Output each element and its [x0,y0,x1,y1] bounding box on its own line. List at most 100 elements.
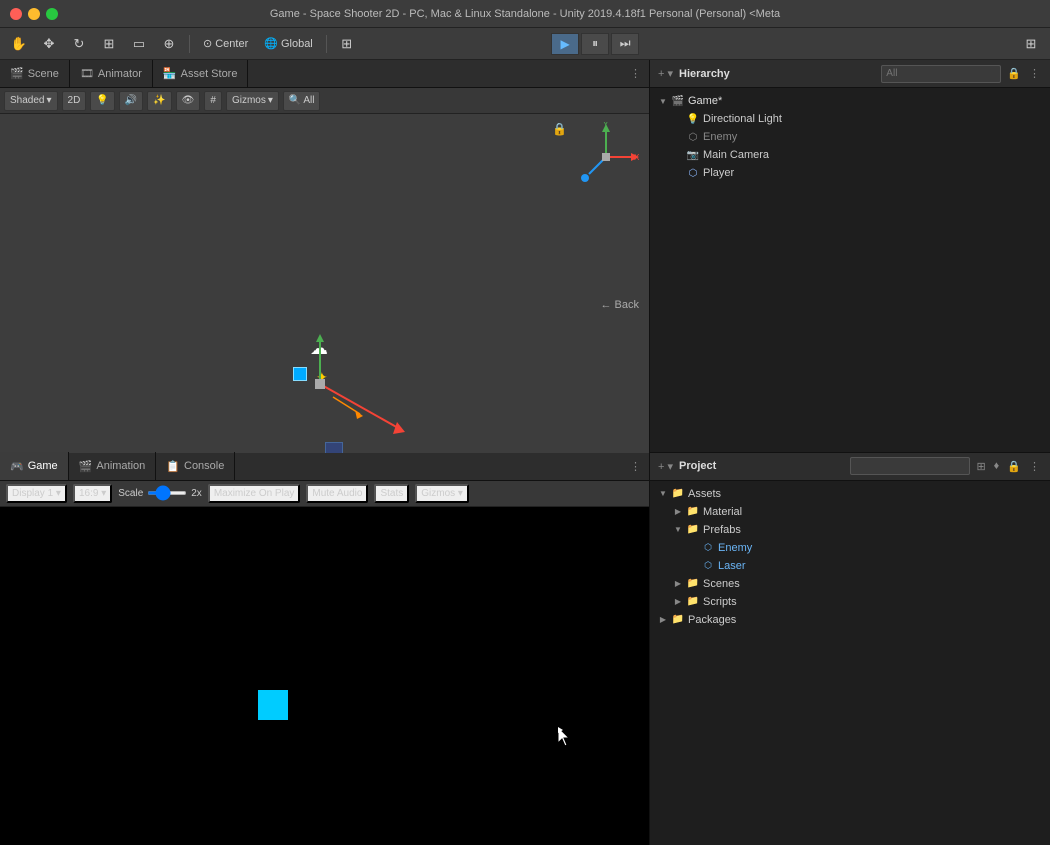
step-button[interactable]: ⏭ [611,33,639,55]
layers-button[interactable]: ⊞ [1018,33,1044,55]
game-tab-label: Game [28,460,58,472]
project-search-input[interactable] [850,457,970,475]
tree-item-packages[interactable]: ▶ 📁 Packages [650,611,1050,629]
assets-folder-icon: 📁 [671,487,685,501]
scale-control: Scale 2x [118,488,202,499]
minimize-button[interactable] [28,8,40,20]
pivot-label: Center [215,38,248,50]
scenes-expand-arrow: ▶ [673,579,683,588]
shading-dropdown[interactable]: Shaded ▾ [4,91,58,111]
game-scene-icon: 🎬 [671,94,685,108]
project-lock-icon[interactable]: 🔒 [1005,458,1023,475]
audio-btn[interactable]: 🔊 [119,91,143,111]
main-container: ✋ ✥ ↻ ⊞ ▭ ⊕ ⊙ Center 🌐 Global ⊞ ▶ ⏸ ⏭ ⊞ [0,28,1050,845]
tree-item-main-camera[interactable]: 📷 Main Camera [650,146,1050,164]
search-icon: 🔍 [289,95,301,106]
packages-label: Packages [688,614,736,626]
tree-item-game[interactable]: ▼ 🎬 Game* [650,92,1050,110]
2d-toggle[interactable]: 2D [62,91,87,111]
asset-store-tab-label: Asset Store [181,68,238,80]
animator-tab-icon: 🎞 [80,67,94,80]
tree-item-prefabs[interactable]: ▼ 📁 Prefabs [650,521,1050,539]
main-camera-icon: 📷 [686,148,700,162]
hierarchy-lock-icon[interactable]: 🔒 [1005,65,1023,82]
game-tabs-more[interactable]: ⋮ [622,460,649,473]
scale-tool[interactable]: ⊞ [96,33,122,55]
play-button[interactable]: ▶ [551,33,579,55]
game-toolbar: Display 1 ▾ 16:9 ▾ Scale 2x Maximize On … [0,481,649,507]
pivot-button[interactable]: ⊙ Center [197,33,254,55]
tree-item-assets[interactable]: ▼ 📁 Assets [650,485,1050,503]
game-expand-arrow: ▼ [658,97,668,106]
fx-btn[interactable]: ✨ [147,91,171,111]
directional-light-icon: 💡 [686,112,700,126]
tree-item-directional-light[interactable]: 💡 Directional Light [650,110,1050,128]
tab-asset-store[interactable]: 🏪 Asset Store [153,60,249,88]
pause-button[interactable]: ⏸ [581,33,609,55]
transform-gizmo [280,334,430,453]
prefabs-expand-arrow: ▼ [673,525,683,534]
tab-console[interactable]: 📋 Console [156,452,235,480]
toolbar-sep-2 [326,35,327,53]
display-dropdown[interactable]: Display 1 ▾ [6,484,67,503]
add-hierarchy-icon[interactable]: + ▾ [658,67,673,80]
maximize-button[interactable] [46,8,58,20]
svg-text:Y: Y [603,122,609,129]
game-view[interactable] [0,507,649,845]
tree-item-player[interactable]: ⬡ Player [650,164,1050,182]
scene-vis-btn[interactable]: 👁 [176,91,201,111]
project-more-icon[interactable]: ⋮ [1027,458,1042,475]
scene-grid-btn[interactable]: # [204,91,222,111]
tree-item-material[interactable]: ▶ 📁 Material [650,503,1050,521]
tab-animation[interactable]: 🎬 Animation [69,452,157,480]
stats-button[interactable]: Stats [374,484,409,503]
add-project-icon[interactable]: + ▾ [658,460,673,473]
close-button[interactable] [10,8,22,20]
enemy-label: Enemy [703,131,737,143]
rect-tool[interactable]: ▭ [126,33,152,55]
material-expand-arrow: ▶ [673,507,683,516]
assets-expand-arrow: ▼ [658,489,668,498]
project-filter-icon[interactable]: ♦ [992,458,1002,474]
game-gizmos-button[interactable]: Gizmos ▾ [415,484,469,503]
space-button[interactable]: 🌐 Global [258,33,319,55]
rotate-tool[interactable]: ↻ [66,33,92,55]
window-controls[interactable] [10,8,58,20]
tree-item-enemy-prefab[interactable]: ⬡ Enemy [650,539,1050,557]
hierarchy-more-icon[interactable]: ⋮ [1027,65,1042,82]
hierarchy-title: Hierarchy [679,68,730,80]
scale-slider[interactable] [147,491,187,495]
tree-item-scripts[interactable]: ▶ 📁 Scripts [650,593,1050,611]
hierarchy-search-input[interactable] [881,65,1001,83]
aspect-dropdown[interactable]: 16:9 ▾ [73,484,112,503]
gizmo-widget: Y X [571,122,641,192]
transform-tool[interactable]: ⊕ [156,33,182,55]
aspect-chevron: ▾ [101,488,106,499]
tree-item-laser-prefab[interactable]: ⬡ Laser [650,557,1050,575]
titlebar: Game - Space Shooter 2D - PC, Mac & Linu… [0,0,1050,28]
mute-audio-button[interactable]: Mute Audio [306,484,368,503]
scene-tabs-more[interactable]: ⋮ [622,67,649,80]
project-view-icon[interactable]: ⊞ [974,458,987,475]
move-tool[interactable]: ✥ [36,33,62,55]
tab-animator[interactable]: 🎞 Animator [70,60,153,88]
material-label: Material [703,506,742,518]
scenes-label: Scenes [703,578,740,590]
display-label: Display 1 [12,488,53,499]
project-title: Project [679,460,716,472]
search-all-btn[interactable]: 🔍 All [283,91,321,111]
lighting-btn[interactable]: 💡 [90,91,114,111]
grid-button[interactable]: ⊞ [334,33,360,55]
scene-view[interactable]: Y X ← Back 🔒 ☁ ✦ [0,114,649,453]
back-button[interactable]: ← Back [600,299,639,311]
tree-item-scenes[interactable]: ▶ 📁 Scenes [650,575,1050,593]
aspect-label: 16:9 [79,488,98,499]
tab-game[interactable]: 🎮 Game [0,452,69,480]
tab-scene[interactable]: 🎬 Scene [0,60,70,88]
hand-tool[interactable]: ✋ [6,33,32,55]
tree-item-enemy[interactable]: ⬡ Enemy [650,128,1050,146]
maximize-on-play-button[interactable]: Maximize On Play [208,484,301,503]
asset-store-tab-icon: 🏪 [163,67,177,80]
gizmos-dropdown[interactable]: Gizmos ▾ [226,91,279,111]
scripts-folder-icon: 📁 [686,595,700,609]
